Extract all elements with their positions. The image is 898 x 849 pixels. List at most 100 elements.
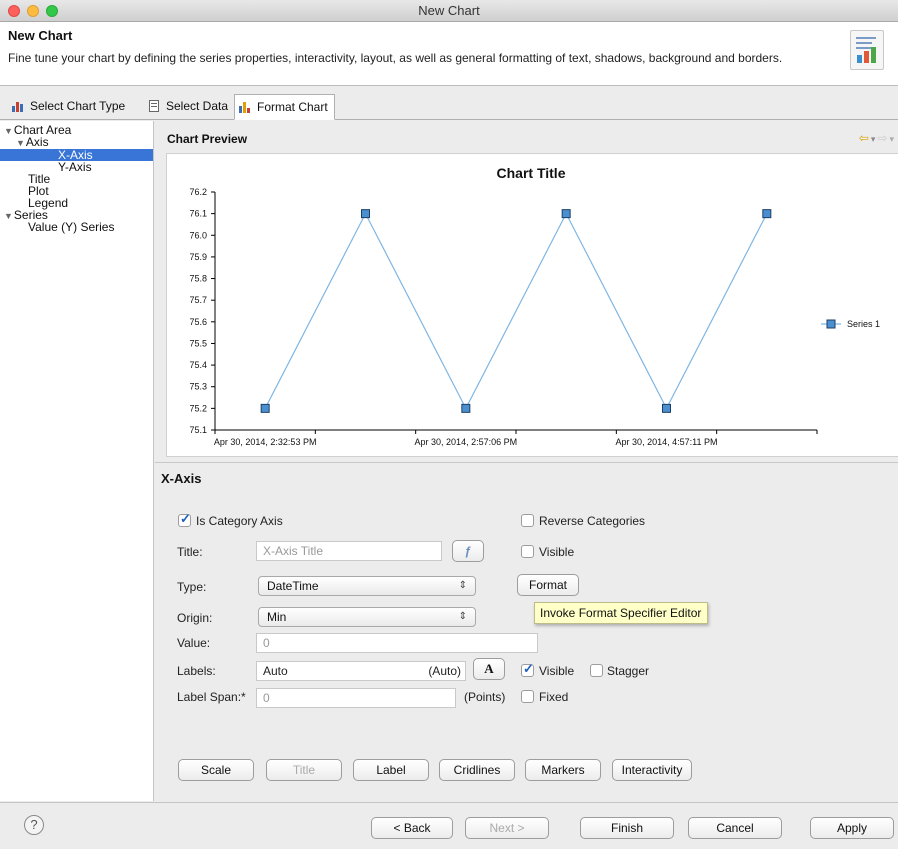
expanded-arrow-icon: ▼	[4, 126, 13, 136]
data-point-marker	[662, 403, 671, 413]
x-axis-section-header: X-Axis	[155, 462, 898, 490]
legend-marker	[826, 319, 836, 329]
window-title: New Chart	[418, 3, 480, 18]
label-font-button[interactable]: A	[473, 658, 505, 680]
tab-format-chart[interactable]: Format Chart	[234, 94, 335, 120]
labels-label: Labels:	[177, 664, 216, 678]
expression-icon: ƒ	[464, 544, 472, 558]
minimize-window-button[interactable]	[27, 5, 39, 17]
cancel-button[interactable]: Cancel	[688, 817, 782, 839]
updown-chevron-icon: ⇕	[458, 611, 467, 622]
tree-item-axis[interactable]: ▼Axis	[16, 136, 49, 148]
scale-button[interactable]: Scale	[178, 759, 254, 781]
forward-arrow-icon: ⇨	[877, 131, 890, 145]
label-span-input[interactable]: 0	[256, 688, 456, 708]
x-tick-label: Apr 30, 2014, 4:57:11 PM	[616, 437, 718, 447]
origin-value-input[interactable]: 0	[256, 633, 538, 653]
chart-title: Chart Title	[497, 165, 566, 181]
zoom-window-button[interactable]	[46, 5, 58, 17]
tree-item-y-axis[interactable]: Y-Axis	[58, 161, 92, 173]
tree-item-label: Y-Axis	[58, 160, 92, 174]
tab-select-chart-type[interactable]: Select Chart Type	[8, 94, 131, 120]
tree-item-value-series[interactable]: Value (Y) Series	[28, 221, 114, 233]
reverse-categories-checkbox[interactable]	[521, 514, 534, 527]
apply-button[interactable]: Apply	[810, 817, 894, 839]
label-span-label: Label Span:*	[177, 690, 246, 704]
header-description: Fine tune your chart by defining the ser…	[8, 51, 783, 65]
axis-title-input[interactable]: X-Axis Title	[256, 541, 442, 561]
chart-preview-area: Chart Title 75.1 75.2 75.3 75.4 75.5 75.6 75.7…	[166, 153, 898, 457]
y-tick-label: 75.1	[189, 425, 207, 435]
labels-input-value: Auto	[263, 664, 288, 678]
data-point-marker	[561, 209, 571, 219]
is-category-axis-label: Is Category Axis	[196, 514, 283, 528]
tab-select-chart-type-label: Select Chart Type	[30, 99, 126, 113]
type-select[interactable]: DateTime ⇕	[258, 576, 476, 596]
finish-button[interactable]: Finish	[580, 817, 674, 839]
format-chart-icon	[239, 101, 253, 113]
type-select-value: DateTime	[267, 579, 319, 593]
close-window-button[interactable]	[8, 5, 20, 17]
reverse-categories-label: Reverse Categories	[539, 514, 646, 528]
y-tick-label: 75.3	[189, 382, 207, 392]
y-tick-label: 75.9	[189, 252, 207, 262]
legend-label: Series 1	[847, 319, 880, 329]
updown-chevron-icon: ⇕	[458, 580, 467, 591]
line-chart: Chart Title 75.1 75.2 75.3 75.4 75.5 75.6 75.7…	[189, 165, 880, 447]
data-icon	[148, 100, 162, 112]
labels-auto-suffix: (Auto)	[428, 664, 461, 678]
y-tick-label: 75.7	[189, 295, 207, 305]
fixed-label: Fixed	[539, 690, 569, 704]
fixed-checkbox[interactable]	[521, 690, 534, 703]
tab-format-chart-label: Format Chart	[257, 100, 328, 114]
stagger-label: Stagger	[607, 664, 650, 678]
origin-select[interactable]: Min ⇕	[258, 607, 476, 627]
tab-select-data[interactable]: Select Data	[144, 94, 234, 120]
chart-type-icon	[12, 100, 26, 112]
title-visible-checkbox[interactable]	[521, 545, 534, 558]
gridlines-button[interactable]: Cridlines	[439, 759, 515, 781]
data-point-marker	[762, 209, 772, 219]
markers-button[interactable]: Markers	[525, 759, 601, 781]
y-tick-label: 76.2	[189, 187, 207, 197]
label-button[interactable]: Label	[353, 759, 429, 781]
y-tick-label: 76.0	[189, 230, 207, 240]
type-label: Type:	[177, 580, 207, 594]
expanded-arrow-icon: ▼	[4, 211, 13, 221]
y-tick-label: 75.8	[189, 274, 207, 284]
origin-select-value: Min	[267, 610, 287, 624]
back-arrow-icon[interactable]: ⇦	[859, 131, 871, 145]
y-tick-label: 76.1	[189, 209, 207, 219]
format-tooltip: Invoke Format Specifier Editor	[534, 602, 708, 624]
title-visible-label: Visible	[539, 545, 575, 559]
section-title: X-Axis	[161, 471, 202, 486]
title-button[interactable]: Title	[266, 759, 342, 781]
labels-input[interactable]: Auto (Auto)	[256, 661, 466, 681]
labels-visible-label: Visible	[539, 664, 575, 678]
series-line	[264, 212, 768, 410]
y-tick-label: 75.2	[189, 403, 207, 413]
wizard-tabs: Select Chart Type Select Data Format Cha…	[0, 92, 898, 120]
label-span-points-suffix: (Points)	[464, 690, 506, 704]
value-label: Value:	[177, 636, 211, 650]
stagger-checkbox[interactable]	[590, 664, 603, 677]
title-expression-button[interactable]: ƒ	[452, 540, 484, 562]
help-icon[interactable]: ?	[24, 815, 44, 835]
header-title: New Chart	[8, 28, 73, 43]
x-tick-label: Apr 30, 2014, 2:57:06 PM	[415, 437, 518, 447]
tree-item-label: Axis	[25, 135, 49, 149]
data-point-marker	[461, 403, 471, 413]
next-button[interactable]: Next >	[465, 817, 549, 839]
preview-nav-arrows[interactable]: ⇦▾⇨▾	[859, 131, 896, 145]
tab-select-data-label: Select Data	[166, 99, 229, 113]
y-tick-label: 75.6	[189, 317, 207, 327]
interactivity-button[interactable]: Interactivity	[612, 759, 692, 781]
format-button[interactable]: Format	[517, 574, 579, 596]
data-point-marker	[260, 403, 270, 413]
back-button[interactable]: < Back	[371, 817, 453, 839]
labels-visible-checkbox[interactable]	[521, 661, 534, 677]
is-category-axis-checkbox[interactable]	[178, 511, 191, 527]
wizard-header: New Chart Fine tune your chart by defini…	[0, 22, 898, 86]
x-tick-label: Apr 30, 2014, 2:32:53 PM	[214, 437, 317, 447]
y-tick-label: 75.5	[189, 338, 207, 348]
